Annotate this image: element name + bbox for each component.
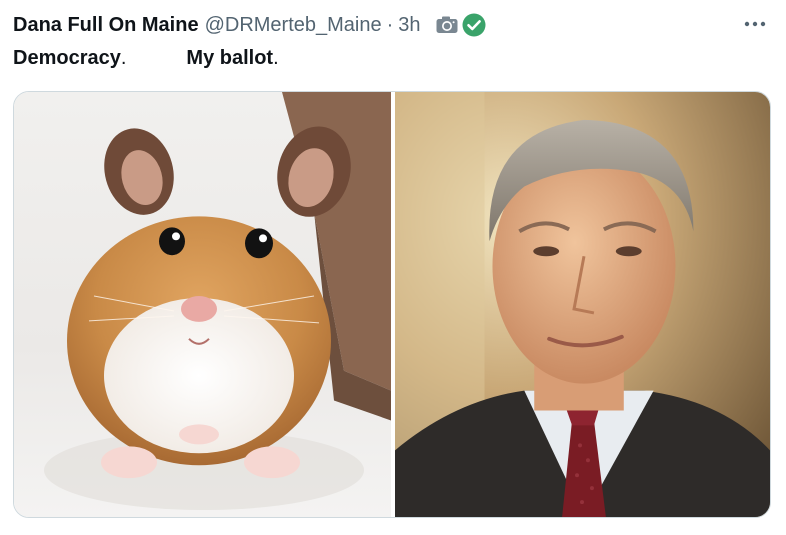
caption-period-2: . — [273, 47, 279, 69]
display-name[interactable]: Dana Full On Maine — [13, 11, 199, 39]
user-handle[interactable]: @DRMerteb_Maine — [205, 11, 382, 39]
verified-check-icon — [462, 13, 486, 37]
caption-word-democracy: Democracy — [13, 47, 121, 69]
tweet-header: Dana Full On Maine @DRMerteb_Maine · 3h — [13, 11, 486, 39]
separator-dot: · — [386, 14, 394, 36]
tweet[interactable]: Dana Full On Maine @DRMerteb_Maine · 3h — [0, 0, 786, 535]
caption-word-ballot: My ballot — [186, 47, 274, 69]
camera-icon — [435, 13, 459, 37]
tweet-text: Democracy. My ballot. — [13, 44, 279, 72]
more-options-icon[interactable] — [740, 12, 770, 36]
media-grid — [13, 91, 771, 518]
man-in-suit-photo[interactable] — [395, 92, 770, 517]
hamster-photo[interactable] — [14, 92, 391, 517]
caption-period-1: . — [120, 47, 127, 69]
timestamp[interactable]: 3h — [398, 11, 420, 39]
